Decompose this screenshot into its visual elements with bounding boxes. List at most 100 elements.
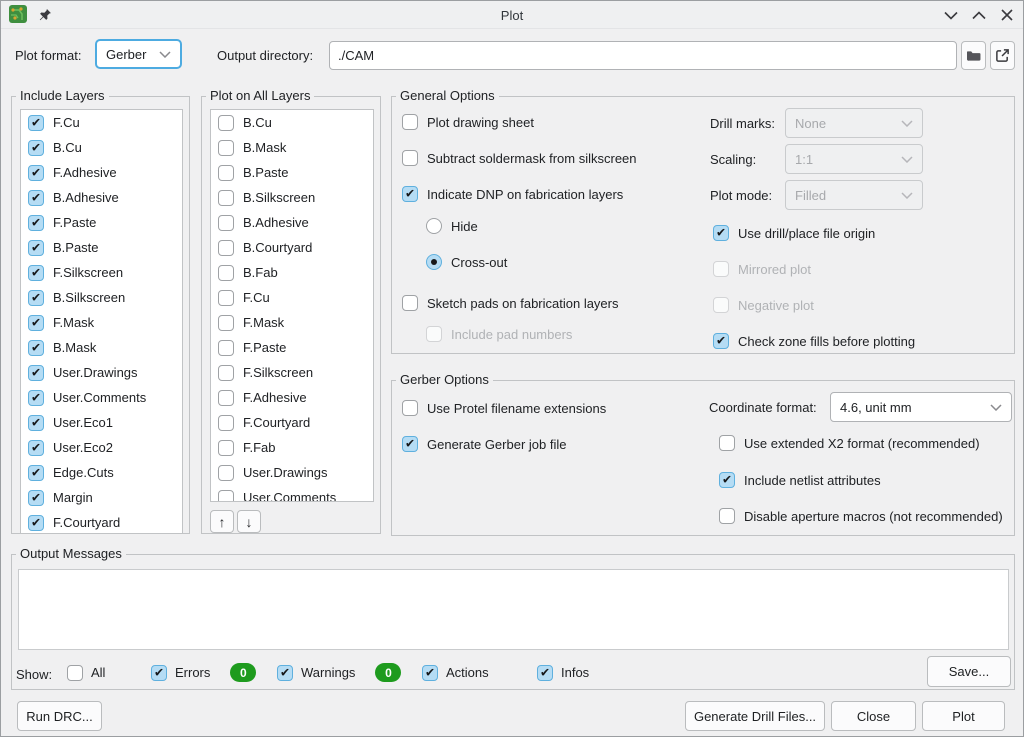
radio-button[interactable] xyxy=(426,254,442,270)
checkbox[interactable]: ✔ xyxy=(713,333,729,349)
checkbox[interactable]: ✔ xyxy=(28,140,44,156)
close-icon[interactable] xyxy=(999,7,1015,23)
layer-row[interactable]: ✔F.Courtyard xyxy=(211,410,373,435)
move-down-button[interactable]: ↓ xyxy=(237,510,261,533)
checkbox[interactable]: ✔ xyxy=(218,115,234,131)
layer-row[interactable]: ✔F.Adhesive xyxy=(21,160,182,185)
checkbox[interactable]: ✔ xyxy=(28,390,44,406)
layer-row[interactable]: ✔F.Silkscreen xyxy=(211,360,373,385)
layer-row[interactable]: ✔B.Mask xyxy=(211,135,373,160)
checkbox[interactable]: ✔ xyxy=(402,400,418,416)
layer-row[interactable]: ✔F.Cu xyxy=(21,110,182,135)
checkbox[interactable]: ✔ xyxy=(402,186,418,202)
layer-row[interactable]: ✔F.Fab xyxy=(211,435,373,460)
checkbox[interactable]: ✔ xyxy=(151,665,167,681)
checkbox[interactable]: ✔ xyxy=(719,508,735,524)
generate-drill-files-button[interactable]: Generate Drill Files... xyxy=(685,701,825,731)
checkbox[interactable]: ✔ xyxy=(537,665,553,681)
checkbox[interactable]: ✔ xyxy=(218,290,234,306)
checkbox[interactable]: ✔ xyxy=(28,340,44,356)
layer-row[interactable]: ✔F.Mask xyxy=(21,310,182,335)
layer-row[interactable]: ✔User.Eco2 xyxy=(21,435,182,460)
layer-row[interactable]: ✔B.Paste xyxy=(21,235,182,260)
checkbox[interactable]: ✔ xyxy=(218,140,234,156)
checkbox[interactable]: ✔ xyxy=(28,515,44,531)
layer-row[interactable]: ✔B.Cu xyxy=(211,110,373,135)
layer-row[interactable]: ✔User.Comments xyxy=(211,485,373,502)
checkbox[interactable]: ✔ xyxy=(218,190,234,206)
checkbox[interactable]: ✔ xyxy=(28,190,44,206)
layer-row[interactable]: ✔B.Silkscreen xyxy=(211,185,373,210)
layer-row[interactable]: ✔B.Cu xyxy=(21,135,182,160)
layer-row[interactable]: ✔Margin xyxy=(21,485,182,510)
layer-row[interactable]: ✔B.Courtyard xyxy=(211,235,373,260)
checkbox[interactable]: ✔ xyxy=(28,215,44,231)
plot-on-all-layers-list[interactable]: ✔B.Cu✔B.Mask✔B.Paste✔B.Silkscreen✔B.Adhe… xyxy=(210,109,374,502)
plot-button[interactable]: Plot xyxy=(922,701,1005,731)
minimize-icon[interactable] xyxy=(943,7,959,23)
checkbox[interactable]: ✔ xyxy=(28,240,44,256)
checkbox[interactable]: ✔ xyxy=(28,415,44,431)
checkbox[interactable]: ✔ xyxy=(28,465,44,481)
open-output-folder-button[interactable] xyxy=(990,41,1015,70)
save-button[interactable]: Save... xyxy=(927,656,1011,687)
checkbox[interactable]: ✔ xyxy=(218,315,234,331)
checkbox[interactable]: ✔ xyxy=(218,390,234,406)
checkbox[interactable]: ✔ xyxy=(218,365,234,381)
plot-format-combo[interactable]: Gerber xyxy=(95,39,182,69)
layer-row[interactable]: ✔User.Drawings xyxy=(211,460,373,485)
layer-row[interactable]: ✔User.Comments xyxy=(21,385,182,410)
checkbox[interactable]: ✔ xyxy=(719,435,735,451)
maximize-icon[interactable] xyxy=(971,7,987,23)
layer-row[interactable]: ✔F.Silkscreen xyxy=(21,260,182,285)
layer-row[interactable]: ✔B.Fab xyxy=(211,260,373,285)
checkbox[interactable]: ✔ xyxy=(218,440,234,456)
browse-folder-button[interactable] xyxy=(961,41,986,70)
layer-row[interactable]: ✔F.Paste xyxy=(211,335,373,360)
layer-row[interactable]: ✔User.Eco1 xyxy=(21,410,182,435)
move-up-button[interactable]: ↑ xyxy=(210,510,234,533)
layer-row[interactable]: ✔B.Adhesive xyxy=(21,185,182,210)
layer-row[interactable]: ✔F.Paste xyxy=(21,210,182,235)
checkbox[interactable]: ✔ xyxy=(67,665,83,681)
layer-row[interactable]: ✔B.Silkscreen xyxy=(21,285,182,310)
checkbox[interactable]: ✔ xyxy=(28,290,44,306)
checkbox[interactable]: ✔ xyxy=(218,215,234,231)
layer-row[interactable]: ✔F.Courtyard xyxy=(21,510,182,534)
checkbox[interactable]: ✔ xyxy=(28,115,44,131)
checkbox[interactable]: ✔ xyxy=(402,436,418,452)
output-directory-input[interactable] xyxy=(329,41,957,70)
layer-row[interactable]: ✔F.Adhesive xyxy=(211,385,373,410)
layer-row[interactable]: ✔B.Paste xyxy=(211,160,373,185)
radio-button[interactable] xyxy=(426,218,442,234)
layer-row[interactable]: ✔User.Drawings xyxy=(21,360,182,385)
checkbox[interactable]: ✔ xyxy=(402,150,418,166)
layer-row[interactable]: ✔B.Adhesive xyxy=(211,210,373,235)
checkbox[interactable]: ✔ xyxy=(713,225,729,241)
checkbox[interactable]: ✔ xyxy=(28,365,44,381)
run-drc-button[interactable]: Run DRC... xyxy=(17,701,102,731)
checkbox[interactable]: ✔ xyxy=(28,165,44,181)
checkbox[interactable]: ✔ xyxy=(402,295,418,311)
checkbox[interactable]: ✔ xyxy=(28,490,44,506)
layer-row[interactable]: ✔F.Cu xyxy=(211,285,373,310)
layer-row[interactable]: ✔F.Mask xyxy=(211,310,373,335)
checkbox[interactable]: ✔ xyxy=(218,265,234,281)
checkbox[interactable]: ✔ xyxy=(28,315,44,331)
checkbox[interactable]: ✔ xyxy=(218,165,234,181)
checkbox[interactable]: ✔ xyxy=(422,665,438,681)
checkbox[interactable]: ✔ xyxy=(218,240,234,256)
checkbox[interactable]: ✔ xyxy=(277,665,293,681)
checkbox[interactable]: ✔ xyxy=(218,415,234,431)
checkbox[interactable]: ✔ xyxy=(719,472,735,488)
coordinate-format-combo[interactable]: 4.6, unit mm xyxy=(830,392,1012,422)
checkbox[interactable]: ✔ xyxy=(218,490,234,503)
checkbox[interactable]: ✔ xyxy=(218,465,234,481)
checkbox[interactable]: ✔ xyxy=(28,440,44,456)
checkbox[interactable]: ✔ xyxy=(28,265,44,281)
include-layers-list[interactable]: ✔F.Cu✔B.Cu✔F.Adhesive✔B.Adhesive✔F.Paste… xyxy=(20,109,183,534)
close-button[interactable]: Close xyxy=(831,701,916,731)
checkbox[interactable]: ✔ xyxy=(218,340,234,356)
messages-textarea[interactable] xyxy=(18,569,1009,650)
layer-row[interactable]: ✔Edge.Cuts xyxy=(21,460,182,485)
